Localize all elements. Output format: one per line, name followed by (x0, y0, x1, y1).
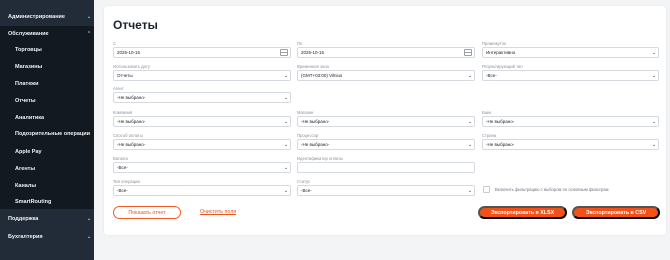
reports-card: Отчеты С 2025-10-15 По 2025-10-15 Промеж… (104, 6, 666, 235)
calendar-icon[interactable] (464, 49, 472, 56)
chevron-down-icon: ⌄ (283, 164, 289, 171)
bank-select[interactable]: -Не выбрано- ⌄ (482, 116, 659, 127)
operation-type-label: Тип операции (113, 179, 140, 184)
payment-id-input[interactable] (297, 162, 475, 173)
sidebar: Администрирование ⌄ Обслуживание ⌃ Торго… (0, 0, 94, 260)
to-date-label: По (297, 41, 303, 46)
sidebar-item-apple-pay[interactable]: Apple Pay (0, 144, 94, 160)
main-filter-checkbox[interactable] (483, 186, 490, 193)
chevron-down-icon: ⌄ (467, 187, 473, 194)
status-select[interactable]: -Все- ⌄ (297, 185, 475, 196)
chevron-down-icon: ⌄ (651, 49, 657, 56)
company-label: Компания (113, 110, 133, 115)
timezone-label: Временная зона (297, 64, 329, 69)
sidebar-item-shops[interactable]: Магазины (0, 59, 94, 75)
sidebar-item-administration[interactable]: Администрирование ⌄ (0, 9, 94, 25)
main-filter-checkbox-label: Включить фильтрацию с выбором по основны… (495, 187, 609, 192)
chevron-down-icon: ⌄ (467, 118, 473, 125)
chevron-down-icon: ⌄ (651, 118, 657, 125)
export-xlsx-button[interactable]: Экспортировать в XLSX (478, 206, 567, 219)
export-csv-button[interactable]: Экспортировать в CSV (572, 206, 660, 219)
sidebar-item-merchants[interactable]: Торговцы (0, 42, 94, 58)
payment-method-label: Способ оплаты (113, 133, 143, 138)
country-label: Страна (482, 133, 497, 138)
chevron-down-icon: ⌄ (651, 141, 657, 148)
payment-method-select[interactable]: -Не выбрано- ⌄ (113, 139, 291, 150)
clear-fields-link[interactable]: Очистить поля (200, 209, 236, 215)
from-date-label: С (113, 41, 117, 46)
chevron-down-icon: ⌄ (283, 141, 289, 148)
sidebar-item-agents[interactable]: Агенты (0, 161, 94, 177)
payment-id-label: Идентификатор оплаты (297, 156, 344, 161)
sidebar-item-smartrouting[interactable]: SmartRouting (0, 194, 94, 210)
bank-label: Банк (482, 110, 492, 115)
status-label: Статус (297, 179, 311, 184)
page-title: Отчеты (113, 18, 158, 32)
chevron-down-icon: ⌄ (651, 72, 657, 79)
country-select[interactable]: -Не выбрано- ⌄ (482, 139, 659, 150)
result-type-label: Результирующий тип (482, 64, 523, 69)
chevron-down-icon: ⌄ (86, 216, 92, 222)
company-select[interactable]: -Не выбрано- ⌄ (113, 116, 291, 127)
agent-label: Агент (113, 86, 124, 91)
shop-select[interactable]: -Не выбрано- ⌄ (297, 116, 475, 127)
operation-type-select[interactable]: -Все- ⌄ (113, 185, 291, 196)
chevron-down-icon: ⌄ (283, 94, 289, 101)
to-date-field[interactable]: 2025-10-15 (297, 47, 475, 58)
use-date-select[interactable]: Отчеты ⌄ (113, 70, 291, 81)
agent-select[interactable]: -Не выбрано- ⌄ (113, 92, 291, 103)
sidebar-item-reports[interactable]: Отчеты (0, 93, 94, 109)
period-select[interactable]: Интерактивно ⌄ (482, 47, 659, 58)
sidebar-item-support[interactable]: Поддержка ⌄ (0, 211, 94, 227)
result-type-select[interactable]: -Все- ⌄ (482, 70, 659, 81)
chevron-down-icon: ⌄ (467, 141, 473, 148)
sidebar-item-service[interactable]: Обслуживание ⌃ (0, 26, 94, 42)
sidebar-item-channels[interactable]: Каналы (0, 178, 94, 194)
timezone-select[interactable]: (GMT+03:00) Vilnius ⌄ (297, 70, 475, 81)
calendar-icon[interactable] (280, 49, 288, 56)
period-label: Промежуток (482, 41, 506, 46)
shop-label: Магазин (297, 110, 314, 115)
currency-select[interactable]: -Все- ⌄ (113, 162, 291, 173)
use-date-label: Использовать дату (113, 64, 150, 69)
sidebar-item-payments[interactable]: Платежи (0, 76, 94, 92)
chevron-up-icon: ⌃ (86, 31, 92, 37)
from-date-field[interactable]: 2025-10-15 (113, 47, 291, 58)
sidebar-item-analytics[interactable]: Аналитика (0, 110, 94, 126)
chevron-down-icon: ⌄ (86, 14, 92, 20)
chevron-down-icon: ⌄ (467, 72, 473, 79)
chevron-down-icon: ⌄ (283, 187, 289, 194)
chevron-down-icon: ⌄ (283, 72, 289, 79)
sidebar-item-accounting[interactable]: Бухгалтерия ⌄ (0, 229, 94, 245)
chevron-down-icon: ⌄ (86, 234, 92, 240)
sidebar-item-suspicious[interactable]: Подозрительные операции (0, 126, 94, 142)
currency-label: Валюта (113, 156, 128, 161)
show-report-button[interactable]: Показать отчет (113, 206, 181, 219)
chevron-down-icon: ⌄ (283, 118, 289, 125)
processor-select[interactable]: -Не выбрано- ⌄ (297, 139, 475, 150)
processor-label: Процессор (297, 133, 319, 138)
